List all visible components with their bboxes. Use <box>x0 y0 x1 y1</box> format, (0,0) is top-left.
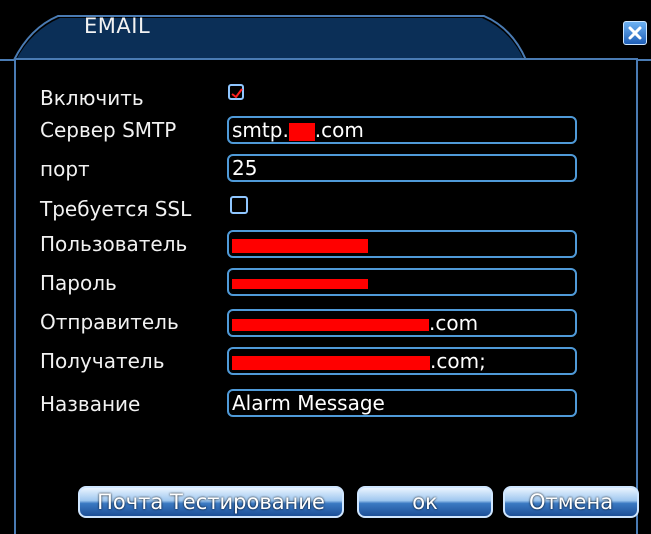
cancel-button[interactable]: Отмена <box>503 486 639 518</box>
password-input[interactable] <box>227 268 577 296</box>
title-bar: EMAIL <box>0 0 651 61</box>
port-label: порт <box>40 157 90 181</box>
ok-button[interactable]: ок <box>357 486 493 518</box>
port-input[interactable]: 25 <box>227 154 577 182</box>
smtp-server-label: Сервер SMTP <box>40 118 177 142</box>
redaction-mark <box>232 278 368 289</box>
user-input[interactable] <box>227 230 577 258</box>
smtp-server-input[interactable]: smtp. .com <box>227 116 577 144</box>
receiver-label: Получатель <box>40 349 165 373</box>
redaction-mark <box>232 238 368 253</box>
receiver-suffix: .com; <box>430 349 486 373</box>
enable-label: Включить <box>40 86 144 110</box>
password-label: Пароль <box>40 271 117 295</box>
subject-label: Название <box>40 392 141 416</box>
redaction-mark <box>232 318 429 331</box>
close-button[interactable] <box>623 21 647 45</box>
redaction-mark <box>232 355 430 370</box>
sender-label: Отправитель <box>40 310 179 334</box>
receiver-input[interactable]: .com; <box>227 347 577 375</box>
smtp-suffix: .com <box>314 118 364 142</box>
sender-input[interactable]: .com <box>227 309 577 337</box>
ssl-label: Требуется SSL <box>40 197 192 221</box>
enable-checkbox[interactable] <box>228 84 244 100</box>
sender-suffix: .com <box>429 311 479 335</box>
window-title: EMAIL <box>84 14 151 38</box>
test-mail-button[interactable]: Почта Тестирование <box>78 486 344 518</box>
redaction-mark <box>288 122 315 141</box>
ssl-checkbox[interactable] <box>230 196 248 214</box>
close-icon <box>628 26 642 40</box>
checkmark-icon <box>231 88 243 99</box>
smtp-prefix: smtp. <box>232 118 289 142</box>
subject-input[interactable]: Alarm Message <box>227 389 577 417</box>
user-label: Пользователь <box>40 232 188 256</box>
